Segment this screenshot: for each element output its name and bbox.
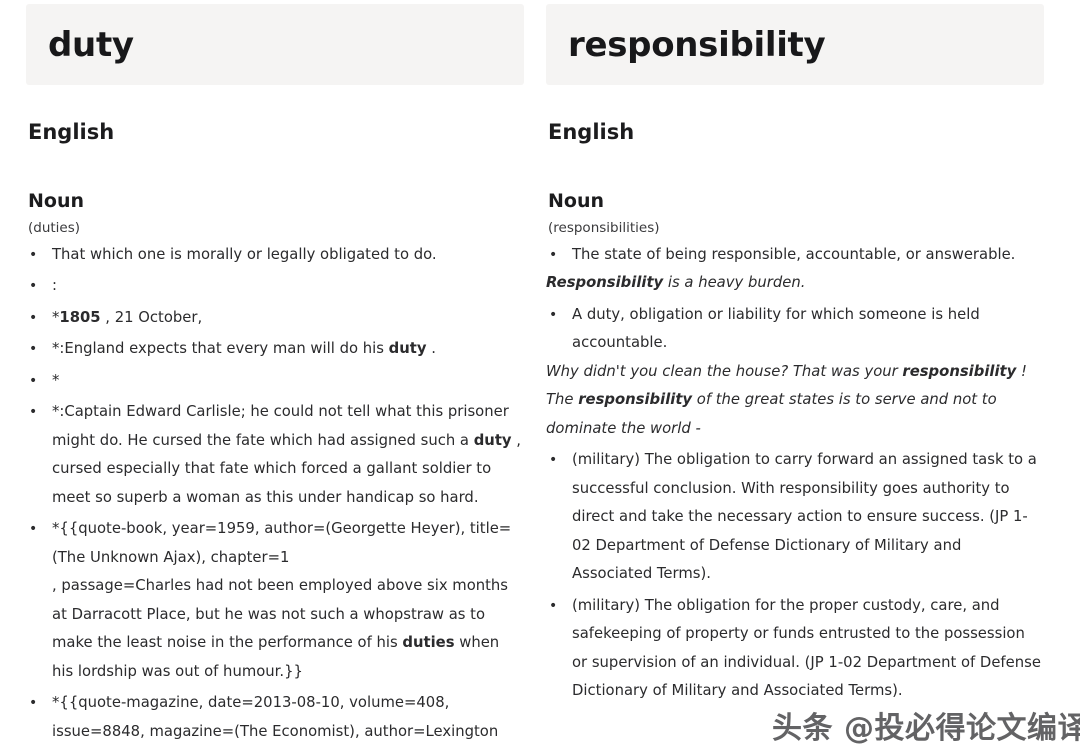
headword-title: duty xyxy=(48,24,134,65)
usage-example: Responsibility is a heavy burden. xyxy=(546,274,806,292)
sense-list: The state of being responsible, accounta… xyxy=(546,241,1044,706)
sense-definition: *:England expects that every man will do… xyxy=(26,335,524,364)
language-heading: English xyxy=(28,120,115,144)
part-of-speech-heading: Noun xyxy=(548,190,605,213)
language-heading: English xyxy=(548,120,635,144)
sense-list: That which one is morally or legally obl… xyxy=(26,241,524,747)
part-of-speech-heading: Noun xyxy=(28,190,85,213)
entry-column-duty: duty English Noun (duties) That which on… xyxy=(26,4,524,756)
usage-example: The responsibility of the great states i… xyxy=(546,391,997,437)
sense-definition: *{{quote-book, year=1959, author=(George… xyxy=(26,515,524,686)
sense-definition: The state of being responsible, accounta… xyxy=(546,241,1044,270)
headword-title: responsibility xyxy=(568,24,826,65)
dictionary-comparison-page: duty English Noun (duties) That which on… xyxy=(0,0,1080,756)
sense-definition: : xyxy=(26,272,524,301)
entry-columns: duty English Noun (duties) That which on… xyxy=(0,0,1080,756)
sense-definition: That which one is morally or legally obl… xyxy=(26,241,524,270)
inflection-forms: (responsibilities) xyxy=(548,219,660,236)
sense-definition: *{{quote-magazine, date=2013-08-10, volu… xyxy=(26,689,524,746)
sense-definition: *1805 , 21 October, xyxy=(26,304,524,333)
sense-definition: (military) The obligation to carry forwa… xyxy=(546,446,1044,589)
entry-column-responsibility: responsibility English Noun (responsibil… xyxy=(546,4,1044,756)
inflection-forms: (duties) xyxy=(28,219,81,236)
headword-box: duty xyxy=(26,4,524,85)
usage-example: Why didn't you clean the house? That was… xyxy=(546,362,1027,380)
sense-definition: (military) The obligation for the proper… xyxy=(546,592,1044,706)
sense-definition: * xyxy=(26,367,524,396)
headword-box: responsibility xyxy=(546,4,1044,85)
sense-definition: *:Captain Edward Carlisle; he could not … xyxy=(26,398,524,512)
sense-definition: A duty, obligation or liability for whic… xyxy=(546,301,1044,358)
